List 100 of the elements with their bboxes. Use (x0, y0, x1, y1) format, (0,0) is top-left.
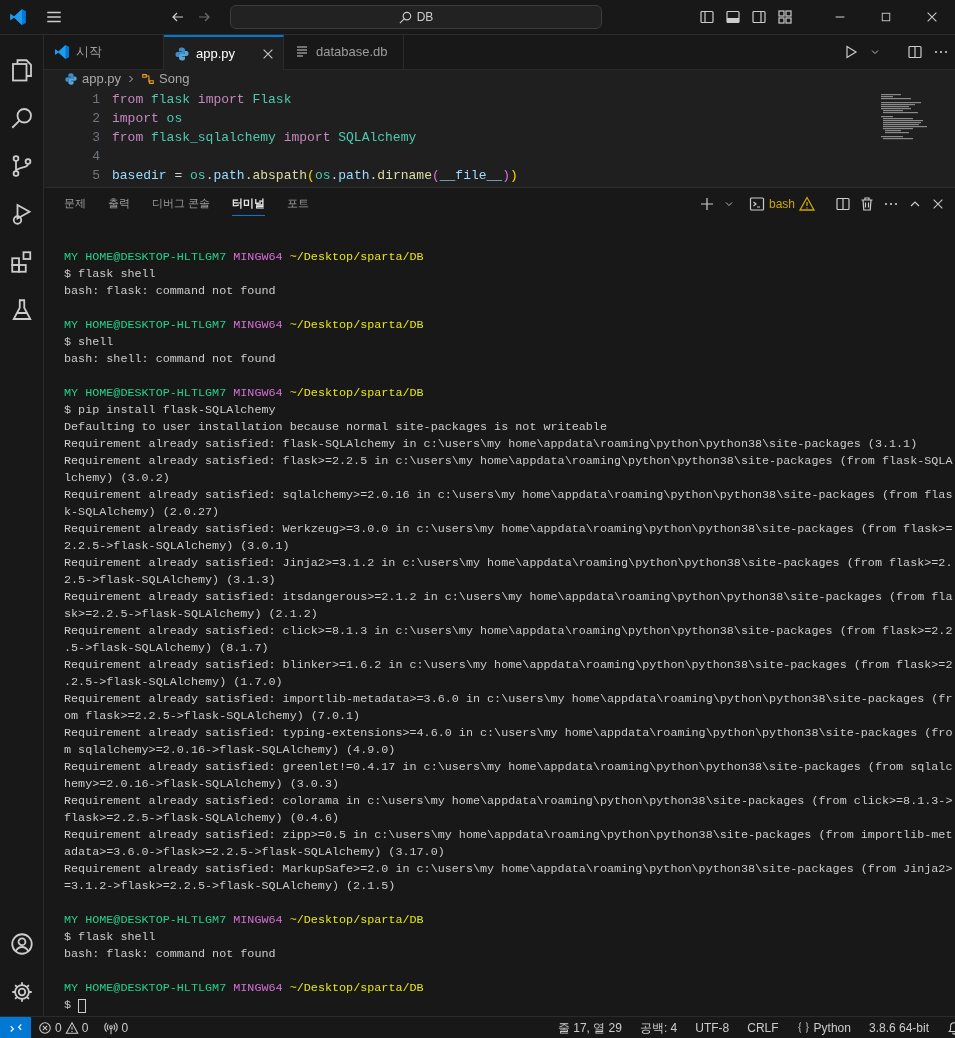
panel-tab[interactable]: 디버그 콘솔 (152, 192, 211, 216)
split-terminal-icon[interactable] (835, 196, 851, 212)
terminal-command: $ shell (64, 334, 114, 351)
terminal-output: Defaulting to user installation because normal site-packages is not writeable (64, 419, 608, 436)
terminal-output: bash: flask: command not found (64, 946, 277, 963)
class-symbol-icon (141, 72, 156, 86)
panel-tab[interactable]: 터미널 (232, 192, 266, 216)
terminal-command: $ pip install flask-SQLAlchemy (64, 402, 276, 419)
terminal-output: Requirement already satisfied: itsdangerous>=2.1.2 in c:\users\my home\appdata\roaming\python\python38\site-packages (from fla (64, 589, 954, 606)
terminal-output: Requirement already satisfied: blinker>=1.6.2 in c:\users\my home\appdata\roaming\python\python38\site-packages (from flask>=2 (64, 657, 954, 674)
terminal-output: bash: flask: command not found (64, 283, 277, 300)
search-text: DB (416, 9, 434, 26)
prompt-system: MINGW64 (233, 318, 283, 332)
terminal-output: om flask>=2.2.5->flask-SQLAlchemy) (7.0.1) (64, 708, 362, 725)
ports-status[interactable]: 0 (104, 1018, 129, 1037)
terminal-output: Requirement already satisfied: Werkzeug>=3.0.0 in c:\users\my home\appdata\roaming\python\python38\site-packages (from flask>= (64, 521, 954, 538)
terminal-output: adata>=3.6.0->flask>=2.2.5->flask-SQLAlchemy) (3.17.0) (64, 844, 446, 861)
braces-icon (796, 1021, 810, 1034)
prompt-path: ~/Desktop/sparta/DB (289, 386, 424, 400)
terminal-output: Requirement already satisfied: sqlalchemy>=2.0.16 in c:\users\my home\appdata\roaming\python\python38\site-packages (from flas (64, 487, 954, 504)
problems-status[interactable]: 0 0 (38, 1018, 89, 1037)
error-icon (38, 1020, 52, 1035)
panel-tab[interactable]: 문제 (64, 192, 86, 216)
explorer-icon[interactable] (9, 58, 34, 82)
command-search-box[interactable]: DB (229, 5, 602, 29)
customize-layout-icon[interactable] (777, 9, 793, 25)
terminal-output: =3.1.2->flask>=2.2.5->flask-SQLAlchemy) (2.1.5) (64, 878, 397, 895)
terminal-output: m sqlalchemy>=2.0.16->flask-SQLAlchemy) (4.9.0) (64, 742, 397, 759)
search-icon (397, 9, 413, 25)
python-icon (64, 72, 78, 86)
split-editor-icon[interactable] (907, 44, 923, 60)
prompt-user: MY HOME@DESKTOP-HLTLGM7 (64, 318, 227, 332)
panel-tab[interactable]: 출력 (108, 192, 130, 216)
run-icon[interactable] (843, 44, 859, 60)
code-line: import os (112, 109, 183, 128)
terminal-output: 2.5->flask-SQLAlchemy) (3.1.3) (64, 572, 277, 589)
flask-icon[interactable] (9, 298, 34, 322)
terminal-command: $ flask shell (64, 266, 156, 283)
warning-icon (799, 196, 815, 212)
terminal-output: Requirement already satisfied: click>=8.1.3 in c:\users\my home\appdata\roaming\python\python38\site-packages (from flask>=2.2 (64, 623, 954, 640)
code-line: basedir = os.path.abspath(os.path.dirname(__file__)) (112, 166, 518, 185)
terminal-output: hemy>=2.0.16->flask-SQLAlchemy) (3.0.3) (64, 776, 340, 793)
terminal-output: Requirement already satisfied: greenlet!=0.4.17 in c:\users\my home\appdata\roaming\python\python38\site-packages (from sqlalc (64, 759, 954, 776)
terminal-output: Requirement already satisfied: flask>=2.2.5 in c:\users\my home\appdata\roaming\python\python38\site-packages (from flask-SQLA (64, 453, 954, 470)
line-number: 1 (91, 90, 100, 109)
terminal-icon (748, 196, 765, 212)
breadcrumb-item[interactable]: Song (141, 69, 190, 89)
secondary-sidebar-icon[interactable] (751, 9, 767, 25)
extensions-icon[interactable] (9, 250, 34, 274)
terminal-output: Requirement already satisfied: MarkupSafe>=2.0 in c:\users\my home\appdata\roaming\python\python38\site-packages (from Jinja2> (64, 861, 954, 878)
plus-icon[interactable] (698, 196, 715, 212)
terminal-output: 2.2.5->flask-SQLAlchemy) (3.0.1) (64, 538, 291, 555)
breadcrumb-item[interactable]: app.py (64, 69, 122, 89)
remote-button[interactable] (0, 1017, 31, 1038)
trash-icon[interactable] (859, 196, 875, 212)
prompt-path: ~/Desktop/sparta/DB (289, 981, 424, 995)
terminal-output: Requirement already satisfied: typing-extensions>=4.6.0 in c:\users\my home\appdata\roaming\python\python38\site-packages (fro (64, 725, 954, 742)
prompt-system: MINGW64 (233, 981, 283, 995)
broadcast-icon (104, 1020, 119, 1035)
editor-tab[interactable]: 시작 (44, 35, 164, 70)
prompt-user: MY HOME@DESKTOP-HLTLGM7 (64, 250, 227, 264)
line-ending-status[interactable]: CRLF (747, 1018, 779, 1037)
panel-tab[interactable]: 포트 (287, 192, 310, 216)
python-interpreter[interactable]: 3.8.6 64-bit (868, 1018, 929, 1037)
python-icon (174, 45, 190, 62)
maximize-icon[interactable] (880, 11, 892, 23)
sidebar-layout-icon[interactable] (699, 9, 715, 25)
prompt-user: MY HOME@DESKTOP-HLTLGM7 (64, 981, 227, 995)
prompt-system: MINGW64 (233, 913, 283, 927)
cursor-position[interactable]: 줄 17, 열 29 (557, 1018, 622, 1037)
file-lines-icon (294, 44, 310, 60)
terminal-output: Requirement already satisfied: importlib-metadata>=3.6.0 in c:\users\my home\appdata\roaming\python\python38\site-packages (fr (64, 691, 954, 708)
prompt-path: ~/Desktop/sparta/DB (289, 913, 424, 927)
terminal-output: sk>=2.2.5->flask-SQLAlchemy) (2.1.2) (64, 606, 319, 623)
indentation-status[interactable]: 공백: 4 (639, 1018, 678, 1037)
editor-tab[interactable]: app.py (164, 35, 284, 70)
terminal-command: $ flask shell (64, 929, 156, 946)
terminal-output: .5->flask-SQLAlchemy) (8.1.7) (64, 640, 270, 657)
close-panel-icon[interactable] (931, 197, 945, 211)
panel-layout-icon[interactable] (725, 9, 741, 25)
code-line: from flask import Flask (112, 90, 292, 109)
terminal-selector[interactable]: bash (748, 195, 815, 213)
encoding-status[interactable]: UTF-8 (695, 1018, 730, 1037)
close-icon[interactable] (925, 10, 939, 24)
account-icon[interactable] (9, 932, 34, 956)
vscode-logo-icon (54, 44, 70, 60)
terminal-output: lchemy) (3.0.2) (64, 470, 171, 487)
line-number: 3 (91, 128, 100, 147)
app-logo-icon (9, 8, 27, 26)
language-mode[interactable]: Python (796, 1018, 851, 1037)
terminal-output: k-SQLAlchemy) (2.0.27) (64, 504, 221, 521)
terminal-output: Requirement already satisfied: flask-SQLAlchemy in c:\users\my home\appdata\roaming\python\python38\site-packages (3.1.1) (64, 436, 919, 453)
line-number: 5 (91, 166, 100, 185)
warning-icon (64, 1020, 79, 1035)
editor-tab[interactable]: database.db (284, 35, 404, 70)
terminal-output: bash: shell: command not found (64, 351, 277, 368)
line-number: 4 (91, 147, 100, 166)
settings-icon[interactable] (9, 980, 34, 1004)
search-icon[interactable] (9, 106, 34, 130)
code-line: from flask_sqlalchemy import SQLAlchemy (112, 128, 417, 147)
